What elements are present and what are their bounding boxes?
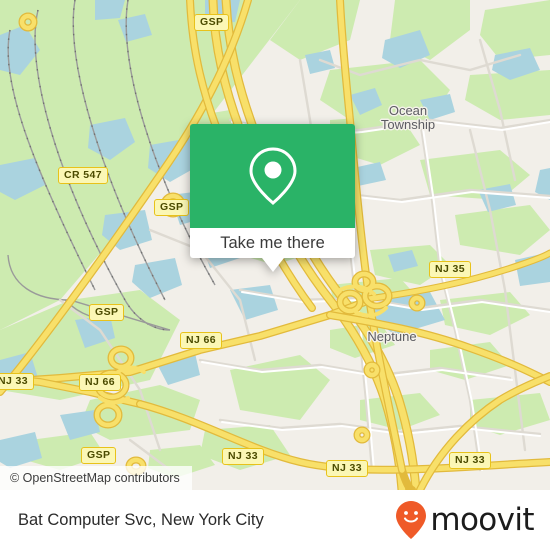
osm-attribution[interactable]: © OpenStreetMap contributors [0,466,192,490]
moovit-pin-smiley-icon [396,501,427,539]
road-shield-nj33: NJ 33 [0,373,35,390]
road-shield-gsp: GSP [194,14,230,31]
road-shield-nj35: NJ 35 [429,261,472,278]
take-me-there-button[interactable]: Take me there [190,228,355,258]
place-title-text: Bat Computer Svc, New York City [18,510,264,529]
popup-icon-area [190,124,355,228]
road-shield-gsp: GSP [154,199,190,216]
road-shield-nj33: NJ 33 [222,448,265,465]
road-shield-nj66: NJ 66 [180,332,223,349]
road-shield-nj66: NJ 66 [79,374,122,391]
road-shield-nj33: NJ 33 [449,452,492,469]
map-pin-icon [248,147,297,205]
map-page: .g{fill:#cdebb0} .w{fill:#aad3df} .lt{fi… [0,0,550,550]
popup-pointer [261,258,284,272]
place-title: Bat Computer Svc, New York City [18,490,264,550]
place-label-neptune: Neptune [367,329,417,344]
footer-bar: Bat Computer Svc, New York City moovit [0,490,550,550]
map-canvas[interactable]: .g{fill:#cdebb0} .w{fill:#aad3df} .lt{fi… [0,0,550,490]
road-shield-cr547: CR 547 [58,167,109,184]
road-shield-nj33: NJ 33 [326,460,369,477]
road-shield-gsp: GSP [89,304,125,321]
moovit-wordmark: moovit [430,501,534,538]
place-label-ocean-township: Ocean Township [380,103,436,132]
take-me-there-label: Take me there [220,234,325,252]
moovit-brand[interactable]: moovit [396,490,535,550]
road-shield-gsp: GSP [81,447,117,464]
location-popup-card[interactable]: Take me there [190,124,355,272]
